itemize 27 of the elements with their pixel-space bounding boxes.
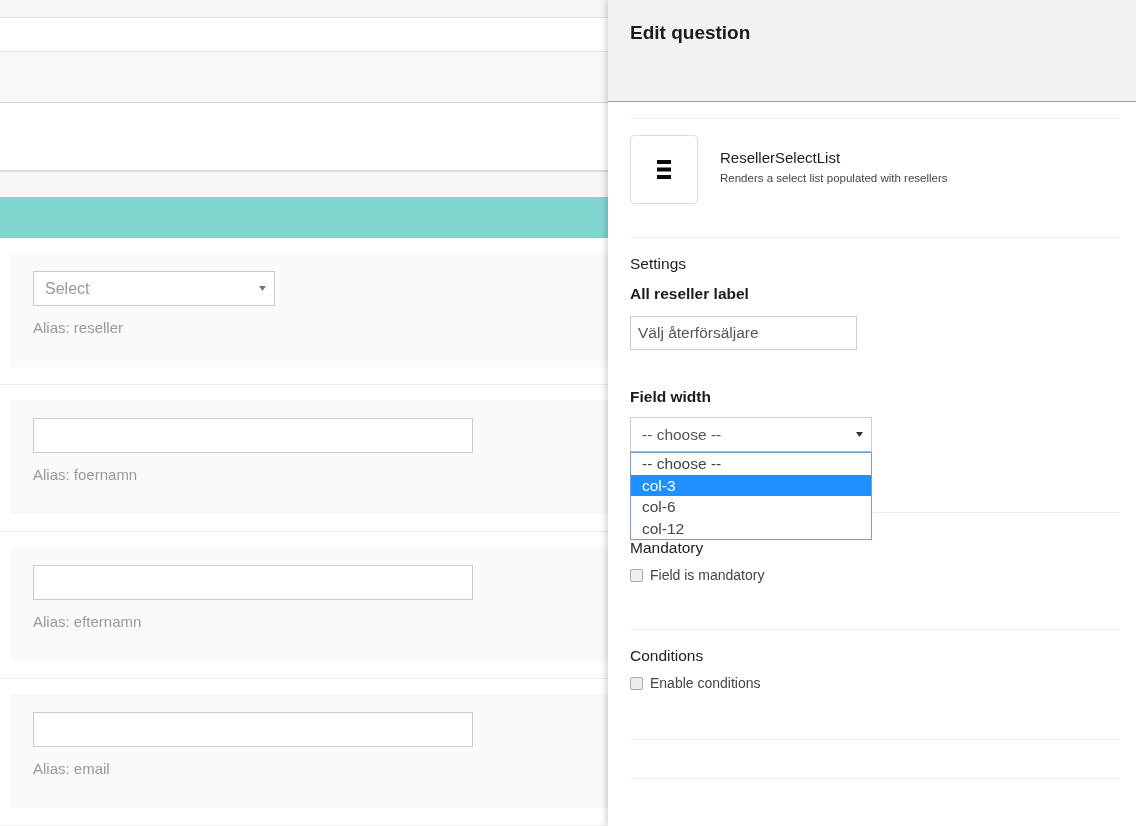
input-field[interactable] xyxy=(33,418,473,453)
alias-text: Alias: email xyxy=(33,760,111,777)
field-label: All reseller label xyxy=(630,285,750,303)
section-heading: Conditions xyxy=(630,647,705,665)
section-heading: Settings xyxy=(630,255,687,273)
dropdown-option[interactable]: col-12 xyxy=(631,517,871,539)
select-field[interactable]: -- choose -- xyxy=(630,417,872,452)
section-heading: Mandatory xyxy=(630,539,705,557)
checkbox-label: Enable conditions xyxy=(650,675,761,691)
alias-text: Alias: foernamn xyxy=(33,466,139,483)
caret-icon xyxy=(856,432,863,437)
field-label: Field width xyxy=(630,388,712,406)
checkbox[interactable] xyxy=(630,676,643,690)
caret-icon xyxy=(259,286,266,291)
input-field[interactable] xyxy=(33,712,473,747)
dropdown-option[interactable]: col-6 xyxy=(631,496,871,518)
checkbox-label: Field is mandatory xyxy=(650,567,765,583)
input-field[interactable] xyxy=(33,565,473,600)
alias-text: Alias: reseller xyxy=(33,319,125,336)
panel-title: Edit question xyxy=(630,22,752,44)
type-description: Renders a select list populated with resellers xyxy=(720,172,948,184)
dropdown-option[interactable]: -- choose -- xyxy=(631,453,871,475)
type-name: ResellerSelectList xyxy=(720,149,842,166)
checkbox[interactable] xyxy=(630,568,643,582)
input-field[interactable]: Välj återförsäljare xyxy=(630,316,857,350)
list-icon xyxy=(657,160,671,179)
alias-text: Alias: efternamn xyxy=(33,613,143,630)
